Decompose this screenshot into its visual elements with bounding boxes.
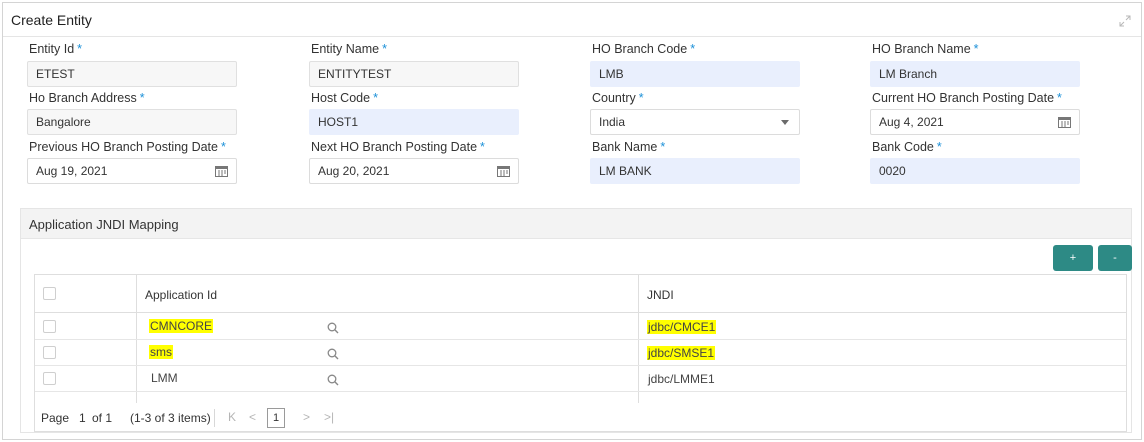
page-of-text: of 1 [92,411,113,425]
chevron-down-icon [781,120,789,125]
table-row[interactable]: sms jdbc/SMSE1 [35,340,1126,366]
calendar-icon[interactable] [215,165,228,177]
window-title: Create Entity [11,12,92,28]
current-page-button[interactable]: 1 [267,408,285,428]
search-icon[interactable] [327,322,339,334]
host-code-label: Host Code * [311,91,378,105]
select-all-checkbox[interactable] [43,287,56,300]
bank-code-field[interactable]: 0020 [870,158,1080,184]
panel-header: Application JNDI Mapping [21,209,1131,239]
ho-branch-address-field[interactable]: Bangalore [27,109,237,135]
column-header-jndi[interactable]: JNDI [647,288,674,302]
application-jndi-mapping-panel: Application JNDI Mapping + - Application… [20,208,1132,433]
next-page-icon[interactable]: > [303,410,310,424]
current-ho-posting-date-field[interactable]: Aug 4, 2021 [870,109,1080,135]
entity-name-field[interactable]: ENTITYTEST [309,61,519,87]
jndi-cell[interactable]: jdbc/SMSE1 [647,346,716,360]
page-label: Page [41,411,70,425]
pager-divider [214,409,215,427]
entity-name-label: Entity Name * [311,42,387,56]
row-checkbox[interactable] [43,320,56,333]
items-count-text: (1-3 of 3 items) [130,411,211,425]
ho-branch-name-field[interactable]: LM Branch [870,61,1080,87]
row-checkbox[interactable] [43,346,56,359]
bank-code-label: Bank Code * [872,140,942,154]
search-icon[interactable] [327,348,339,360]
previous-page-icon[interactable]: < [249,410,256,424]
panel-title: Application JNDI Mapping [29,217,179,232]
last-page-icon[interactable]: >| [324,410,334,424]
application-id-cell[interactable]: LMM [151,371,178,385]
ho-branch-code-label: HO Branch Code * [592,42,696,56]
ho-branch-address-label: Ho Branch Address * [29,91,145,105]
title-bar: Create Entity [3,3,1141,37]
next-ho-posting-date-field[interactable]: Aug 20, 2021 [309,158,519,184]
resize-icon[interactable] [1119,15,1131,27]
row-checkbox[interactable] [43,372,56,385]
search-icon[interactable] [327,374,339,386]
calendar-icon[interactable] [497,165,510,177]
entity-id-label: Entity Id * [29,42,83,56]
calendar-icon[interactable] [1058,116,1071,128]
host-code-field[interactable]: HOST1 [309,109,519,135]
table-row[interactable]: CMNCORE jdbc/CMCE1 [35,314,1126,340]
first-page-icon[interactable]: K [228,410,236,424]
next-ho-posting-date-label: Next HO Branch Posting Date * [311,140,485,154]
country-label: Country * [592,91,644,105]
previous-ho-posting-date-field[interactable]: Aug 19, 2021 [27,158,237,184]
current-ho-posting-date-label: Current HO Branch Posting Date * [872,91,1062,105]
grid-header: Application Id JNDI [35,275,1126,313]
add-row-button[interactable]: + [1053,245,1093,271]
jndi-cell[interactable]: jdbc/LMME1 [648,372,715,386]
application-id-cell[interactable]: sms [149,345,173,359]
create-entity-window: Create Entity Entity Id * ETEST Entity Na… [2,2,1142,440]
country-select[interactable]: India [590,109,800,135]
application-id-cell[interactable]: CMNCORE [149,319,213,333]
ho-branch-name-label: HO Branch Name * [872,42,979,56]
pagination-bar: Page 1 of 1 (1-3 of 3 items) K < 1 > >| [35,404,1126,432]
remove-row-button[interactable]: - [1098,245,1132,271]
bank-name-label: Bank Name * [592,140,666,154]
previous-ho-posting-date-label: Previous HO Branch Posting Date * [29,140,226,154]
column-header-application-id[interactable]: Application Id [145,288,217,302]
entity-id-field[interactable]: ETEST [27,61,237,87]
mapping-grid: Application Id JNDI CMNCORE jdbc/CMCE1 s… [34,274,1127,432]
bank-name-field[interactable]: LM BANK [590,158,800,184]
ho-branch-code-field[interactable]: LMB [590,61,800,87]
page-number-input[interactable]: 1 [79,411,86,425]
table-row[interactable]: LMM jdbc/LMME1 [35,366,1126,392]
jndi-cell[interactable]: jdbc/CMCE1 [647,320,717,334]
